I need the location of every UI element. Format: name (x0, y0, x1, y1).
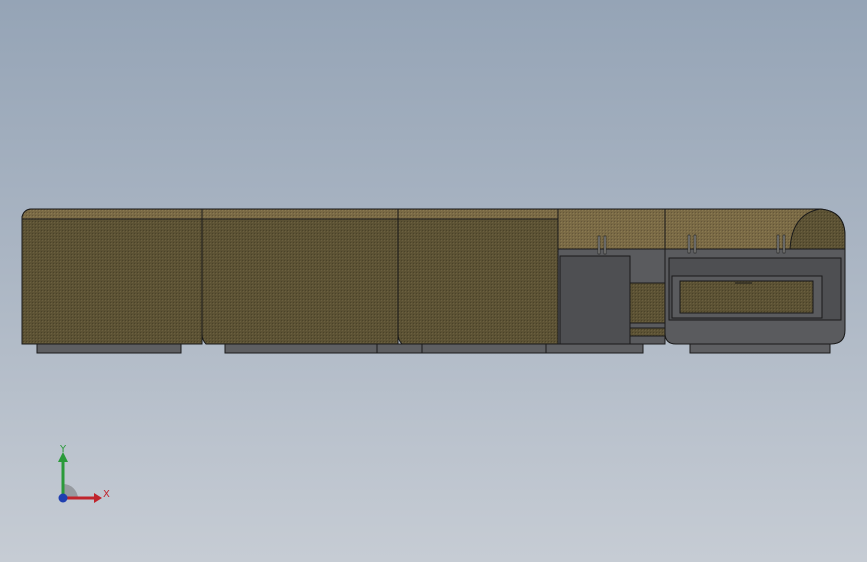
storage-module (557, 208, 666, 345)
seat-module-3 (397, 208, 559, 345)
base-segment (224, 343, 378, 354)
base-segment (545, 343, 644, 354)
base-segment (421, 343, 547, 354)
base-segment (689, 343, 831, 354)
z-axis-origin (58, 493, 68, 503)
seat-module-2 (201, 208, 399, 345)
base-segment (36, 343, 182, 354)
base-segment (376, 343, 423, 354)
seat-module-1 (21, 208, 203, 345)
x-axis-arrowhead (94, 493, 102, 503)
y-axis-label: Y (59, 444, 67, 455)
sofa-bases (36, 343, 831, 354)
sofa-model-front-view[interactable] (0, 0, 867, 562)
x-axis-label: X (103, 489, 110, 500)
axis-triad[interactable]: Y X (50, 440, 120, 510)
end-module (664, 208, 846, 345)
graphics-viewport[interactable]: Y X (0, 0, 867, 562)
